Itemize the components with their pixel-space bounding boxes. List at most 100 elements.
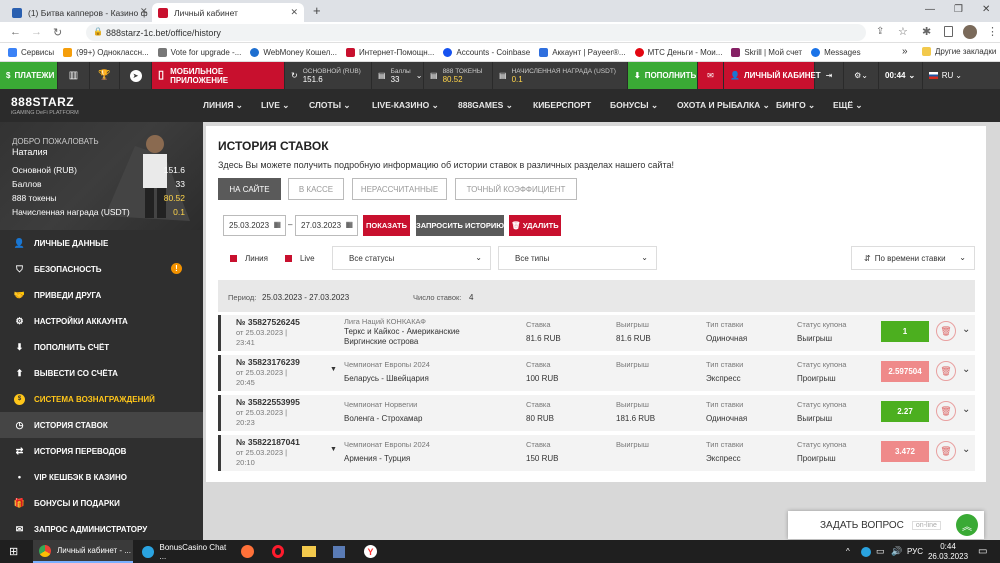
language-selector[interactable]: RU ⌄: [923, 62, 968, 89]
sidebar-item-account-settings[interactable]: ⚙ НАСТРОЙКИ АККАУНТА: [0, 308, 203, 334]
tab-at-cashdesk[interactable]: В КАССЕ: [288, 178, 344, 200]
messages-icon[interactable]: ✉: [698, 62, 724, 89]
tab-unsettled[interactable]: НЕРАССЧИТАННЫЕ: [352, 178, 447, 200]
reload-icon[interactable]: ↻: [53, 26, 62, 39]
nav-live[interactable]: LIVE ⌄: [261, 100, 289, 111]
tokens-balance[interactable]: ▤ 888 ТОКЕНЫ 80.52: [424, 62, 493, 89]
bookmark-item[interactable]: Аккаунт | Payeer®...: [539, 47, 626, 57]
firefox-icon[interactable]: [241, 540, 254, 563]
nav-hunting[interactable]: ОХОТА И РЫБАЛКА ⌄: [677, 100, 770, 111]
expand-caret-icon[interactable]: ▼: [330, 446, 337, 453]
taskbar-chrome[interactable]: Личный кабинет - ...: [33, 540, 133, 563]
site-logo[interactable]: 888STARZ iGAMING DeFi PLATFORM: [0, 89, 203, 122]
type-select[interactable]: Все типы ⌄: [498, 246, 657, 270]
chevron-up-icon[interactable]: ︽: [956, 514, 978, 536]
nav-slots[interactable]: СЛОТЫ ⌄: [309, 100, 351, 111]
expand-caret-icon[interactable]: ▼: [330, 366, 337, 373]
bookmark-item[interactable]: Skrill | Мой счет: [731, 47, 802, 57]
nav-bonuses[interactable]: БОНУСЫ ⌄: [610, 100, 658, 111]
bet-row[interactable]: № 35822553995 от 25.03.2023 | 20:23 Чемп…: [218, 395, 975, 431]
main-balance[interactable]: ↻ ОСНОВНОЙ (RUB) 151.6: [285, 62, 372, 89]
minimize-icon[interactable]: —: [925, 4, 935, 15]
bookmark-item[interactable]: Интернет-Помощн...: [345, 47, 434, 57]
tab-exact-coefficient[interactable]: ТОЧНЫЙ КОЭФФИЦИЕНТ: [455, 178, 577, 200]
notifications-icon[interactable]: ▭: [978, 540, 987, 563]
bookmark-item[interactable]: WebMoney Кошел...: [250, 47, 337, 57]
trophy-icon[interactable]: 🏆: [90, 62, 120, 89]
new-tab-icon[interactable]: +: [313, 3, 321, 18]
sidebar-item-transfer-history[interactable]: ⇄ ИСТОРИЯ ПЕРЕВОДОВ: [0, 438, 203, 464]
tray-network-icon[interactable]: ▭: [876, 540, 885, 563]
nav-live-casino[interactable]: LIVE-КАЗИНО ⌄: [372, 100, 439, 111]
show-button[interactable]: ПОКАЗАТЬ: [363, 215, 410, 236]
nav-esports[interactable]: КИБЕРСПОРТ: [533, 100, 591, 110]
maximize-icon[interactable]: ❐: [954, 4, 963, 15]
trash-icon[interactable]: 🗑: [936, 361, 956, 381]
bookmark-item[interactable]: Accounts - Coinbase: [443, 47, 530, 57]
bet-row[interactable]: № 35827526245 от 25.03.2023 | 23:41 Лига…: [218, 315, 975, 351]
chevron-down-icon[interactable]: ⌄: [962, 444, 970, 455]
reward-balance[interactable]: ▤ НАЧИСЛЕННАЯ НАГРАДА (USDT) 0.1: [493, 62, 628, 89]
request-history-button[interactable]: ЗАПРОСИТЬ ИСТОРИЮ: [416, 215, 504, 236]
live-checkbox[interactable]: [284, 254, 292, 262]
chevron-down-icon[interactable]: ⌄: [962, 364, 970, 375]
menu-icon[interactable]: ⋮: [987, 25, 998, 38]
bet-row[interactable]: № 35822187041 от 25.03.2023 | 20:10 ▼ Че…: [218, 435, 975, 471]
yandex-icon[interactable]: Y: [364, 540, 377, 563]
forward-icon[interactable]: →: [31, 26, 42, 38]
bookmark-item[interactable]: (99+) Одноклассн...: [63, 47, 149, 57]
payments-button[interactable]: $ ПЛАТЕЖИ: [0, 62, 58, 89]
windows-start-icon[interactable]: ⊞: [9, 540, 18, 563]
sidebar-item-vip-cashback[interactable]: • VIP КЕШБЭК В КАЗИНО: [0, 464, 203, 490]
more-bookmarks-icon[interactable]: »: [902, 46, 908, 57]
deposit-button[interactable]: ⬇ ПОПОЛНИТЬ: [628, 62, 698, 89]
nav-line[interactable]: ЛИНИЯ ⌄: [203, 100, 243, 111]
tray-language[interactable]: РУС: [907, 540, 923, 563]
settings-icon[interactable]: ⚙⌄: [844, 62, 879, 89]
tab-on-site[interactable]: НА САЙТЕ: [218, 178, 281, 200]
nav-888games[interactable]: 888GAMES ⌄: [458, 100, 513, 111]
mobile-app-button[interactable]: ▯ МОБИЛЬНОЕ ПРИЛОЖЕНИЕ: [152, 62, 285, 89]
back-icon[interactable]: ←: [10, 26, 21, 38]
window-close-icon[interactable]: ✕: [982, 4, 990, 15]
nav-more[interactable]: ЕЩЁ ⌄: [833, 100, 863, 111]
close-icon[interactable]: ✕: [140, 6, 148, 17]
chevron-down-icon[interactable]: ⌄: [962, 404, 970, 415]
tray-clock[interactable]: 0:44 26.03.2023: [928, 540, 968, 563]
date-from-field[interactable]: 25.03.2023 ▦: [223, 215, 286, 236]
bookmark-item[interactable]: Messages: [811, 47, 861, 57]
sidebar-item-rewards[interactable]: $ СИСТЕМА ВОЗНАГРАЖДЕНИЙ: [0, 386, 203, 412]
sidebar-item-bet-history[interactable]: ◷ ИСТОРИЯ СТАВОК: [0, 412, 203, 438]
delete-button[interactable]: 🗑 УДАЛИТЬ: [509, 215, 561, 236]
url-field[interactable]: 🔒 888starz-1c.bet/office/history: [86, 24, 866, 41]
star-icon[interactable]: ☆: [898, 25, 908, 38]
sidebar-item-personal-data[interactable]: 👤 ЛИЧНЫЕ ДАННЫЕ: [0, 230, 203, 256]
logout-icon[interactable]: ⇥: [815, 62, 844, 89]
telegram-icon[interactable]: ➤: [120, 62, 152, 89]
sort-select[interactable]: ⇵ По времени ставки ⌄: [851, 246, 975, 270]
trash-icon[interactable]: 🗑: [936, 401, 956, 421]
sidebar-item-refer-friend[interactable]: 🤝 ПРИВЕДИ ДРУГА: [0, 282, 203, 308]
tray-volume-icon[interactable]: 🔊: [891, 540, 902, 563]
close-icon[interactable]: ✕: [290, 7, 298, 18]
bet-row[interactable]: № 35823176239 от 25.03.2023 | 20:45 ▼ Че…: [218, 355, 975, 391]
sidebar-item-security[interactable]: ⛉ БЕЗОПАСНОСТЬ!: [0, 256, 203, 282]
other-bookmarks[interactable]: Другие закладки: [922, 47, 996, 56]
ask-question-widget[interactable]: ЗАДАТЬ ВОПРОС on-line ︽: [788, 511, 984, 539]
tray-telegram-icon[interactable]: [861, 540, 871, 563]
extensions-icon[interactable]: ✱: [922, 25, 931, 38]
sidebar-item-bonuses[interactable]: 🎁 БОНУСЫ И ПОДАРКИ: [0, 490, 203, 516]
trash-icon[interactable]: 🗑: [936, 441, 956, 461]
taskbar-telegram[interactable]: BonusCasino Chat ...: [136, 540, 232, 563]
stats-icon[interactable]: ▥: [58, 62, 90, 89]
profile-avatar[interactable]: [963, 25, 977, 39]
share-icon[interactable]: ⇪: [876, 26, 884, 37]
points-balance[interactable]: ▤ Баллы 33 ⌄: [372, 62, 424, 89]
sidebar-item-admin-request[interactable]: ✉ ЗАПРОС АДМИНИСТРАТОРУ: [0, 516, 203, 540]
save-icon[interactable]: [333, 540, 345, 563]
tray-chevron-icon[interactable]: ^: [846, 540, 850, 563]
bookmark-item[interactable]: Сервисы: [8, 47, 54, 57]
explorer-icon[interactable]: [302, 540, 316, 563]
bookmark-item[interactable]: МТС Деньги - Мои...: [634, 47, 722, 57]
sidebar-item-deposit[interactable]: ⬇ ПОПОЛНИТЬ СЧЁТ: [0, 334, 203, 360]
